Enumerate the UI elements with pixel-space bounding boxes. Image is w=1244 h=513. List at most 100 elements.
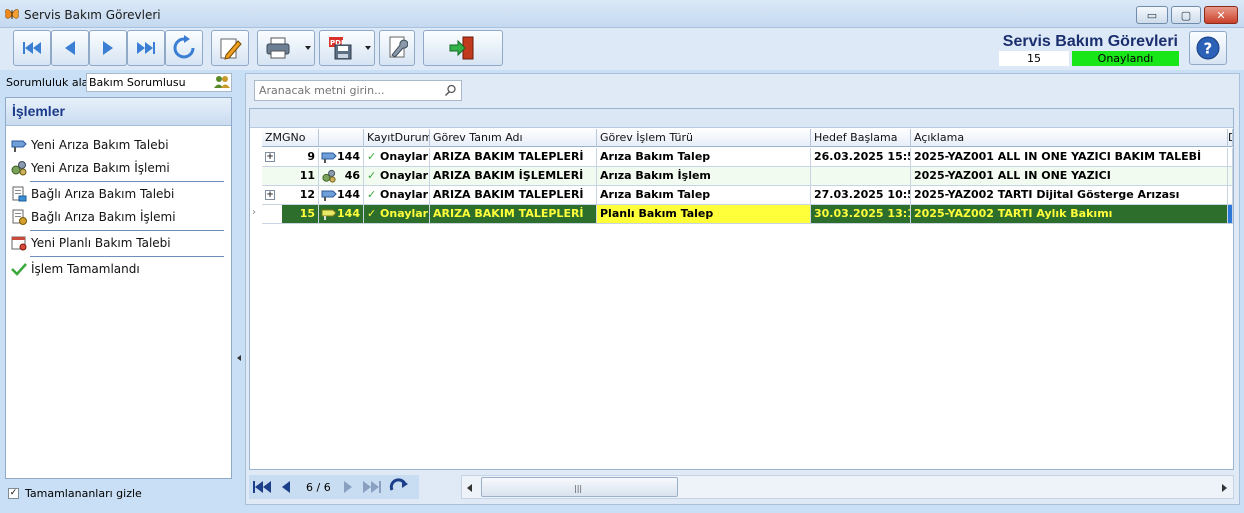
next-record-button[interactable] [89,30,127,66]
column-header-target-start[interactable]: Hedef Başlama [811,129,911,147]
scroll-right-icon[interactable] [1222,484,1227,492]
fault-request-icon [321,190,337,201]
record-navigator [249,475,419,499]
op-new-fault-operation[interactable]: Yeni Arıza Bakım İşlemi [11,159,170,177]
cell-description: 2025-YAZ001 ALL IN ONE YAZICI [911,167,1228,186]
cell-zmgno: 11 [282,167,319,186]
nav-refresh-icon[interactable] [389,478,409,494]
cell-operation-type: Arıza Bakım İşlem [597,167,811,186]
expander-cell [262,205,282,224]
expand-icon[interactable]: + [265,152,275,162]
cell-icon: 46 [319,167,364,186]
status-text: Onaylar [380,169,429,182]
responsibility-field[interactable]: Bakım Sorumlusu [86,73,232,92]
last-record-button[interactable] [127,30,165,66]
column-header-task-name[interactable]: Görev Tanım Adı [430,129,597,147]
close-icon: ✕ [1216,8,1226,22]
column-header-record-status[interactable]: KayıtDurumu [364,129,430,147]
panel-splitter[interactable] [235,73,243,505]
linked-request-icon [11,186,27,202]
expand-icon[interactable]: + [265,190,275,200]
table-row-selected[interactable]: › 15 144 ✓ Onaylar ARIZA BAKIM TALEPLERİ… [250,205,1233,224]
collapse-left-icon[interactable] [237,355,241,361]
cell-d [1228,186,1233,205]
cell-zmgno: 9 [282,148,319,167]
cell-target-start: 30.03.2025 13:18 [811,205,911,224]
scroll-left-icon[interactable] [467,484,472,492]
refresh-button[interactable] [165,30,203,66]
gears-icon [322,169,336,183]
next-record-icon [103,41,113,55]
users-icon[interactable] [214,75,230,89]
pdf-save-button[interactable]: PDF [319,30,375,66]
print-icon [266,37,290,59]
edit-button[interactable] [211,30,249,66]
record-number: 15 [999,51,1069,66]
status-text: Onaylar [380,188,429,201]
hide-completed-checkbox[interactable]: ✓ Tamamlananları gizle [8,487,142,500]
expander-cell[interactable]: + [262,148,282,167]
column-header-description[interactable]: Açıklama [911,129,1228,147]
linked-operation-icon [11,209,27,225]
group-by-band[interactable] [250,109,1233,128]
page-info: 6 / 6 [306,481,331,494]
check-icon: ✓ [367,207,381,220]
tools-icon [389,36,408,58]
print-dropdown-arrow-icon[interactable] [305,46,311,50]
previous-record-icon [65,41,75,55]
tools-button[interactable] [379,30,415,66]
op-label: Yeni Arıza Bakım İşlemi [31,161,170,175]
op-complete[interactable]: İşlem Tamamlandı [11,260,140,278]
table-row[interactable]: + 12 144 ✓ Onaylar ARIZA BAKIM TALEPLERİ… [250,186,1233,205]
grip-icon: ||| [574,484,583,493]
op-linked-fault-request[interactable]: Bağlı Arıza Bakım Talebi [11,185,174,203]
table-row[interactable]: 11 46 ✓ Onaylar ARIZA BAKIM İŞLEMLERİ Ar… [250,167,1233,186]
cell-description: 2025-YAZ002 TARTI Dijital Gösterge Arıza… [911,186,1228,205]
search-field[interactable] [254,80,462,101]
check-icon: ✓ [367,188,381,201]
scroll-thumb[interactable]: ||| [481,477,678,497]
check-icon [11,261,27,277]
checkbox-check-icon[interactable]: ✓ [8,488,19,499]
minimize-icon: ▭ [1146,8,1158,22]
op-linked-fault-operation[interactable]: Bağlı Arıza Bakım İşlemi [11,208,176,226]
cell-description: 2025-YAZ002 TARTI Aylık Bakımı [911,205,1228,224]
horizontal-scrollbar[interactable]: ||| [461,475,1234,499]
column-header-d[interactable]: D [1228,129,1233,147]
table-row[interactable]: + 9 144 ✓ Onaylar ARIZA BAKIM TALEPLERİ … [250,148,1233,167]
print-button[interactable] [257,30,315,66]
previous-record-button[interactable] [51,30,89,66]
column-header-icon[interactable] [319,129,364,147]
search-icon[interactable] [444,84,457,97]
expander-cell[interactable]: + [262,186,282,205]
fault-request-icon [321,209,337,220]
maximize-button[interactable]: ▢ [1171,6,1201,24]
cell-record-status: ✓ Onaylar [364,148,430,167]
cell-d [1228,205,1233,224]
op-new-planned-request[interactable]: Yeni Planlı Bakım Talebi [11,234,171,252]
column-header-zmgno[interactable]: ZMGNo [262,129,319,147]
cell-count: 46 [344,169,360,182]
nav-next-icon[interactable] [342,480,354,494]
responsibility-value: Bakım Sorumlusu [89,76,186,89]
minimize-button[interactable]: ▭ [1136,6,1168,24]
butterfly-icon [5,9,19,19]
exit-button[interactable] [423,30,503,66]
nav-previous-icon[interactable] [280,480,292,494]
first-record-button[interactable] [13,30,51,66]
nav-last-icon[interactable] [362,480,382,494]
cell-record-status: ✓ Onaylar [364,167,430,186]
fault-request-icon [321,152,337,163]
column-header-operation-type[interactable]: Görev İşlem Türü [597,129,811,147]
close-button[interactable]: ✕ [1204,6,1238,24]
cell-target-start: 27.03.2025 10:52 [811,186,911,205]
cell-target-start [811,167,911,186]
status-badge: Onaylandı [1072,51,1179,66]
nav-first-icon[interactable] [252,480,272,494]
search-input[interactable] [259,84,439,97]
help-button[interactable]: ? [1189,31,1227,65]
tasks-grid: ZMGNo KayıtDurumu Görev Tanım Adı Görev … [249,108,1234,470]
op-new-fault-request[interactable]: Yeni Arıza Bakım Talebi [11,136,169,154]
cell-icon: 144 [319,148,364,167]
pdf-dropdown-arrow-icon[interactable] [365,46,371,50]
